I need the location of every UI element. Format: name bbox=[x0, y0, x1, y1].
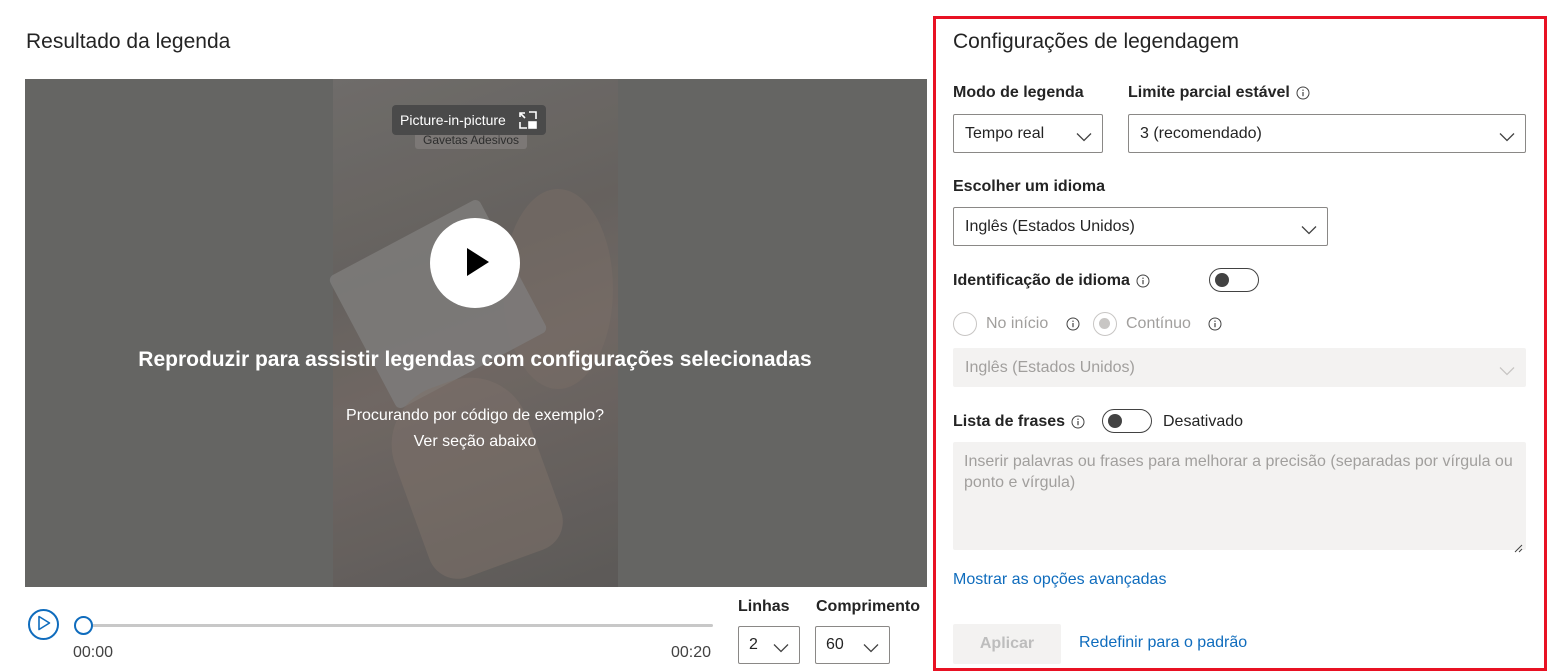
advanced-options-link[interactable]: Mostrar as opções avançadas bbox=[953, 571, 1166, 589]
progress-thumb[interactable] bbox=[74, 616, 93, 635]
partial-limit-label-text: Limite parcial estável bbox=[1128, 84, 1290, 101]
caption-mode-select[interactable]: Tempo real bbox=[953, 114, 1103, 153]
video-player[interactable]: Gavetas Adesivos Picture-in-picture Repr… bbox=[25, 79, 927, 587]
reset-default-link[interactable]: Redefinir para o padrão bbox=[1079, 634, 1247, 652]
picture-in-picture-button[interactable]: Picture-in-picture bbox=[392, 105, 546, 135]
chevron-down-icon bbox=[1499, 129, 1515, 141]
info-icon[interactable] bbox=[1066, 317, 1080, 331]
video-overlay-message: Reproduzir para assistir legendas com co… bbox=[138, 348, 812, 371]
language-select[interactable]: Inglês (Estados Unidos) bbox=[953, 207, 1328, 246]
settings-title: Configurações de legendagem bbox=[953, 30, 1240, 53]
lines-value: 2 bbox=[749, 636, 758, 653]
partial-limit-select[interactable]: 3 (recomendado) bbox=[1128, 114, 1526, 153]
progress-track[interactable] bbox=[83, 624, 713, 627]
language-label-text: Escolher um idioma bbox=[953, 178, 1106, 195]
time-current: 00:00 bbox=[73, 644, 114, 661]
play-button[interactable] bbox=[28, 609, 59, 640]
language-id-select-value: Inglês (Estados Unidos) bbox=[965, 358, 1135, 376]
info-icon[interactable] bbox=[1208, 317, 1222, 331]
phrase-list-label: Lista de frases bbox=[953, 413, 1085, 431]
length-select[interactable]: 60 bbox=[815, 626, 890, 664]
radio-continuous[interactable] bbox=[1093, 312, 1117, 336]
language-id-label: Identificação de idioma bbox=[953, 272, 1150, 290]
partial-limit-value: 3 (recomendado) bbox=[1140, 124, 1262, 142]
radio-at-start[interactable] bbox=[953, 312, 977, 336]
apply-button[interactable]: Aplicar bbox=[953, 624, 1061, 664]
play-icon bbox=[37, 615, 51, 634]
caption-mode-value: Tempo real bbox=[965, 124, 1045, 142]
phrase-list-input[interactable]: Inserir palavras ou frases para melhorar… bbox=[953, 442, 1526, 553]
hint-line-2: Ver seção abaixo bbox=[413, 433, 537, 450]
phrase-list-placeholder: Inserir palavras ou frases para melhorar… bbox=[964, 453, 1513, 491]
language-id-toggle[interactable] bbox=[1209, 268, 1259, 292]
resize-grip-icon[interactable] bbox=[1514, 538, 1523, 553]
language-id-label-text: Identificação de idioma bbox=[953, 272, 1130, 289]
lines-label: Linhas bbox=[738, 598, 790, 615]
language-value: Inglês (Estados Unidos) bbox=[965, 217, 1135, 235]
partial-limit-label: Limite parcial estável bbox=[1128, 84, 1310, 102]
phrase-list-label-text: Lista de frases bbox=[953, 413, 1066, 430]
caption-mode-label: Modo de legenda bbox=[953, 84, 1084, 102]
toggle-knob bbox=[1108, 414, 1122, 428]
radio-continuous-label: Contínuo bbox=[1126, 315, 1191, 332]
chevron-down-icon bbox=[1499, 363, 1515, 375]
language-id-select[interactable]: Inglês (Estados Unidos) bbox=[953, 348, 1526, 387]
language-label: Escolher um idioma bbox=[953, 178, 1105, 196]
hint-line-1: Procurando por código de exemplo? bbox=[346, 407, 604, 424]
time-total: 00:20 bbox=[671, 644, 712, 661]
phrase-list-toggle[interactable] bbox=[1102, 409, 1152, 433]
result-title: Resultado da legenda bbox=[26, 30, 231, 53]
info-icon[interactable] bbox=[1136, 274, 1150, 288]
video-overlay bbox=[25, 79, 927, 587]
info-icon[interactable] bbox=[1296, 86, 1310, 100]
caption-mode-label-text: Modo de legenda bbox=[953, 84, 1084, 101]
picture-in-picture-icon bbox=[518, 110, 538, 130]
info-icon[interactable] bbox=[1071, 415, 1085, 429]
lines-select[interactable]: 2 bbox=[738, 626, 800, 664]
length-label: Comprimento bbox=[816, 598, 920, 615]
chevron-down-icon bbox=[773, 640, 789, 653]
chevron-down-icon bbox=[1301, 222, 1317, 234]
picture-in-picture-label: Picture-in-picture bbox=[400, 112, 506, 128]
toggle-knob bbox=[1215, 273, 1229, 287]
chevron-down-icon bbox=[863, 640, 879, 653]
play-icon bbox=[455, 242, 495, 285]
chevron-down-icon bbox=[1076, 129, 1092, 141]
radio-at-start-label: No início bbox=[986, 315, 1049, 332]
video-overlay-hint: Procurando por código de exemplo? Ver se… bbox=[25, 403, 925, 455]
length-value: 60 bbox=[826, 636, 844, 653]
play-overlay-button[interactable] bbox=[430, 218, 520, 308]
phrase-list-state: Desativado bbox=[1163, 413, 1244, 430]
